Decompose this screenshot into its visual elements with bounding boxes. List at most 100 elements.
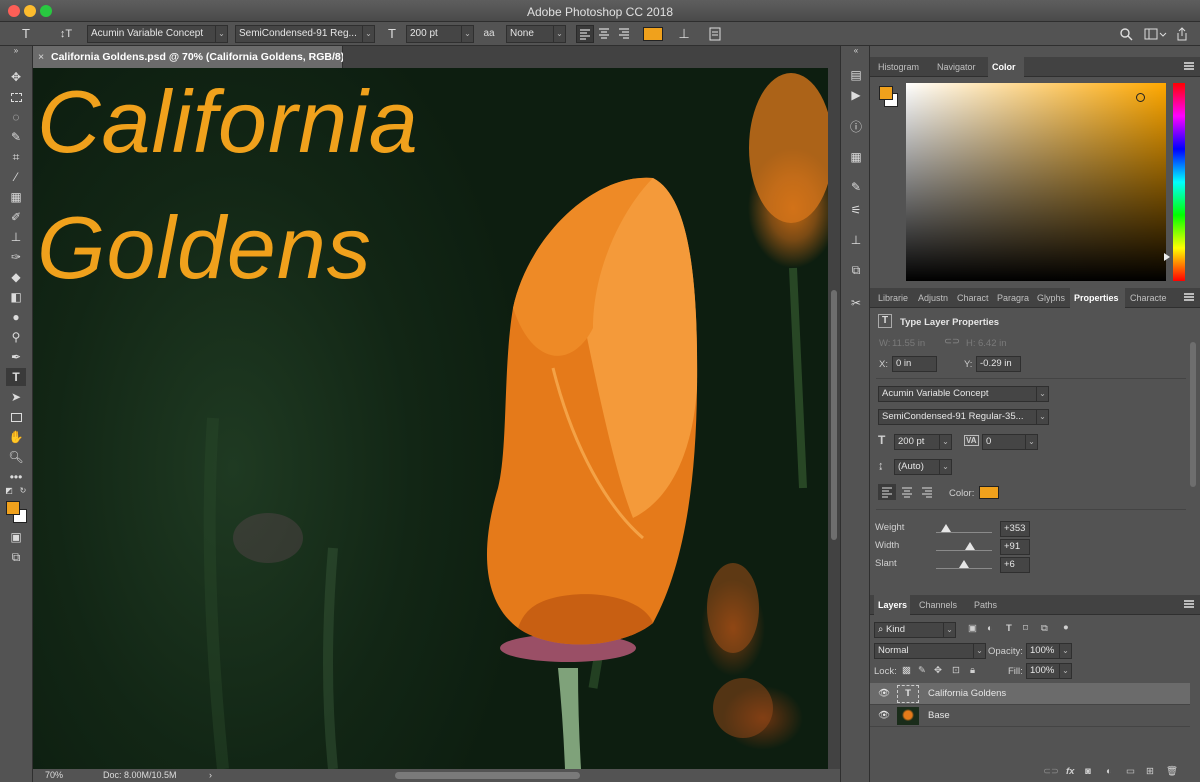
tab-paragraph[interactable]: Paragra <box>993 288 1033 308</box>
crop-tool-icon[interactable]: ⌗ <box>6 148 26 166</box>
brush-settings-panel-icon[interactable]: ⚟ <box>847 201 865 219</box>
axis-value-width[interactable]: +91 <box>1000 539 1030 555</box>
move-tool-icon[interactable]: ✥ <box>6 68 26 86</box>
align-left-button[interactable] <box>576 25 594 43</box>
toggle-text-orientation-icon[interactable]: ↕T <box>54 25 78 43</box>
type-tool-preset-icon[interactable]: T <box>16 25 36 43</box>
new-adjustment-icon[interactable]: ◐ <box>1106 766 1112 777</box>
more-tools-icon[interactable]: ••• <box>6 468 26 486</box>
tab-adjustments[interactable]: Adjustn <box>914 288 954 308</box>
tab-glyphs[interactable]: Glyphs <box>1033 288 1071 308</box>
fx-icon[interactable]: fx <box>1066 766 1074 777</box>
default-colors-icon[interactable]: ◩ <box>4 486 14 496</box>
workspace-button[interactable] <box>1142 25 1168 43</box>
align-center-button[interactable] <box>596 25 614 43</box>
panel-menu-icon[interactable] <box>1184 62 1194 70</box>
lock-position-icon[interactable]: ✥ <box>934 665 942 676</box>
axis-slider-thumb[interactable] <box>959 560 969 568</box>
axis-slider-thumb[interactable] <box>941 524 952 532</box>
status-menu-arrow-icon[interactable]: › <box>209 769 212 782</box>
filter-smart-object-icon[interactable]: ⧉ <box>1041 623 1048 634</box>
y-position-field[interactable]: -0.29 in <box>976 356 1021 372</box>
tool-presets-panel-icon[interactable]: ⧉ <box>847 261 865 279</box>
marquee-tool-icon[interactable] <box>6 88 26 106</box>
tools-panel-icon[interactable]: ✂ <box>847 294 865 312</box>
path-selection-tool-icon[interactable]: ➤ <box>6 388 26 406</box>
axis-slider-track[interactable] <box>936 532 992 533</box>
axis-value-weight[interactable]: +353 <box>1000 521 1030 537</box>
prop-font-size-select[interactable]: 200 pt ⌄ <box>894 434 952 450</box>
filter-adjustment-icon[interactable]: ◐ <box>987 623 993 634</box>
add-mask-icon[interactable]: ◙ <box>1085 766 1091 777</box>
zoom-level[interactable]: 70% <box>45 769 63 782</box>
blur-tool-icon[interactable]: ● <box>6 308 26 326</box>
document-tab[interactable]: × California Goldens.psd @ 70% (Californ… <box>33 46 351 68</box>
zoom-tool-icon[interactable]: 🔍︎ <box>6 448 26 466</box>
tab-layers[interactable]: Layers <box>874 595 910 615</box>
tab-character-2[interactable]: Characte <box>1126 288 1168 308</box>
headline-text-line-1[interactable]: California <box>37 74 419 170</box>
warp-text-icon[interactable]: ⊥ <box>675 25 693 43</box>
filter-type-icon[interactable]: T <box>1006 623 1012 634</box>
font-style-select[interactable]: SemiCondensed-91 Reg... ⌄ <box>235 25 375 43</box>
prop-align-right-button[interactable] <box>918 484 936 500</box>
layer-name[interactable]: California Goldens <box>928 683 1006 705</box>
collapse-panels-icon[interactable]: « <box>847 46 865 56</box>
axis-slider-track[interactable] <box>936 568 992 569</box>
pen-tool-icon[interactable]: ✒ <box>6 348 26 366</box>
filter-toggle-icon[interactable]: ● <box>1063 622 1069 633</box>
visibility-eye-icon[interactable]: 👁︎ <box>878 683 890 705</box>
panel-menu-icon[interactable] <box>1184 293 1194 301</box>
actions-panel-icon[interactable]: ▶ <box>847 86 865 104</box>
link-icon[interactable]: ⊂⊃ <box>944 336 960 347</box>
quick-mask-icon[interactable]: ▣ <box>6 528 26 546</box>
eraser-tool-icon[interactable]: ◆ <box>6 268 26 286</box>
screen-mode-icon[interactable]: ⧉ <box>6 548 26 566</box>
swatches-panel-icon[interactable]: ▦ <box>847 148 865 166</box>
tab-navigator[interactable]: Navigator <box>933 57 980 77</box>
eyedropper-tool-icon[interactable]: ⁄ <box>6 168 26 186</box>
panel-scrollbar[interactable] <box>1190 342 1196 487</box>
tab-color[interactable]: Color <box>988 57 1024 77</box>
prop-font-family-select[interactable]: Acumin Variable Concept ⌄ <box>878 386 1049 402</box>
filter-shape-icon[interactable]: ⌑ <box>1023 623 1028 634</box>
history-brush-tool-icon[interactable]: ✑ <box>6 248 26 266</box>
lock-artboard-icon[interactable]: ⊡ <box>952 665 960 676</box>
lock-transparent-icon[interactable]: ▩ <box>902 665 911 676</box>
swap-colors-icon[interactable]: ↻ <box>18 486 28 496</box>
info-panel-icon[interactable]: ⓘ <box>847 118 865 136</box>
search-button[interactable] <box>1118 25 1136 43</box>
layer-filter-select[interactable]: ⌕ Kind ⌄ <box>874 622 956 638</box>
antialias-select[interactable]: None ⌄ <box>506 25 566 43</box>
leading-select[interactable]: (Auto) ⌄ <box>894 459 952 475</box>
hue-slider[interactable] <box>1173 83 1185 281</box>
share-button[interactable] <box>1174 25 1192 43</box>
prop-align-center-button[interactable] <box>898 484 916 500</box>
history-panel-icon[interactable]: ▤ <box>847 66 865 84</box>
collapse-toolbar-icon[interactable]: » <box>6 46 26 56</box>
panel-menu-icon[interactable] <box>1184 600 1194 608</box>
quick-select-tool-icon[interactable]: ✎ <box>6 128 26 146</box>
hue-slider-handle[interactable] <box>1164 253 1170 261</box>
axis-slider-thumb[interactable] <box>964 542 975 550</box>
prop-color-swatch[interactable] <box>979 486 999 499</box>
new-group-icon[interactable]: ▭ <box>1126 766 1135 777</box>
tracking-select[interactable]: 0 ⌄ <box>982 434 1038 450</box>
lasso-tool-icon[interactable]: ◌ <box>6 108 26 126</box>
vertical-scroll-thumb[interactable] <box>831 290 837 540</box>
brushes-panel-icon[interactable]: ✎ <box>847 178 865 196</box>
layer-row-type[interactable]: 👁︎ T California Goldens <box>870 683 1190 705</box>
gradient-tool-icon[interactable]: ◧ <box>6 288 26 306</box>
layer-name[interactable]: Base <box>928 705 950 727</box>
lock-pixels-icon[interactable]: ✎ <box>918 665 926 676</box>
font-family-select[interactable]: Acumin Variable Concept ⌄ <box>87 25 228 43</box>
document-canvas[interactable]: California Goldens <box>33 68 828 769</box>
delete-layer-icon[interactable]: 🗑︎ <box>1166 766 1178 777</box>
horizontal-scroll-thumb[interactable] <box>395 772 580 779</box>
prop-align-left-button[interactable] <box>878 484 896 500</box>
dodge-tool-icon[interactable]: ⚲ <box>6 328 26 346</box>
headline-text-line-2[interactable]: Goldens <box>37 200 372 296</box>
align-right-button[interactable] <box>616 25 634 43</box>
close-document-icon[interactable]: × <box>38 46 44 68</box>
tab-properties[interactable]: Properties <box>1070 288 1125 308</box>
